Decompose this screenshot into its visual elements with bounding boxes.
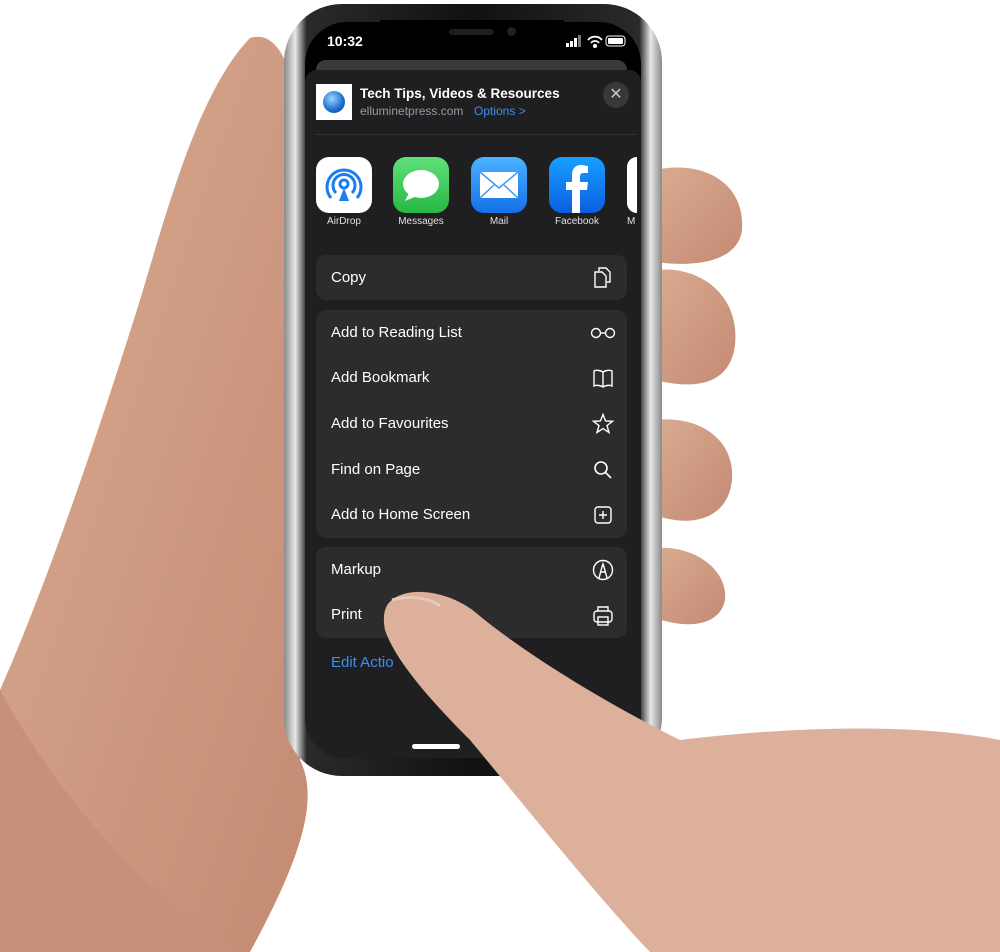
pointing-hand-photo [383,591,1000,952]
pointing-finger [383,591,1000,952]
